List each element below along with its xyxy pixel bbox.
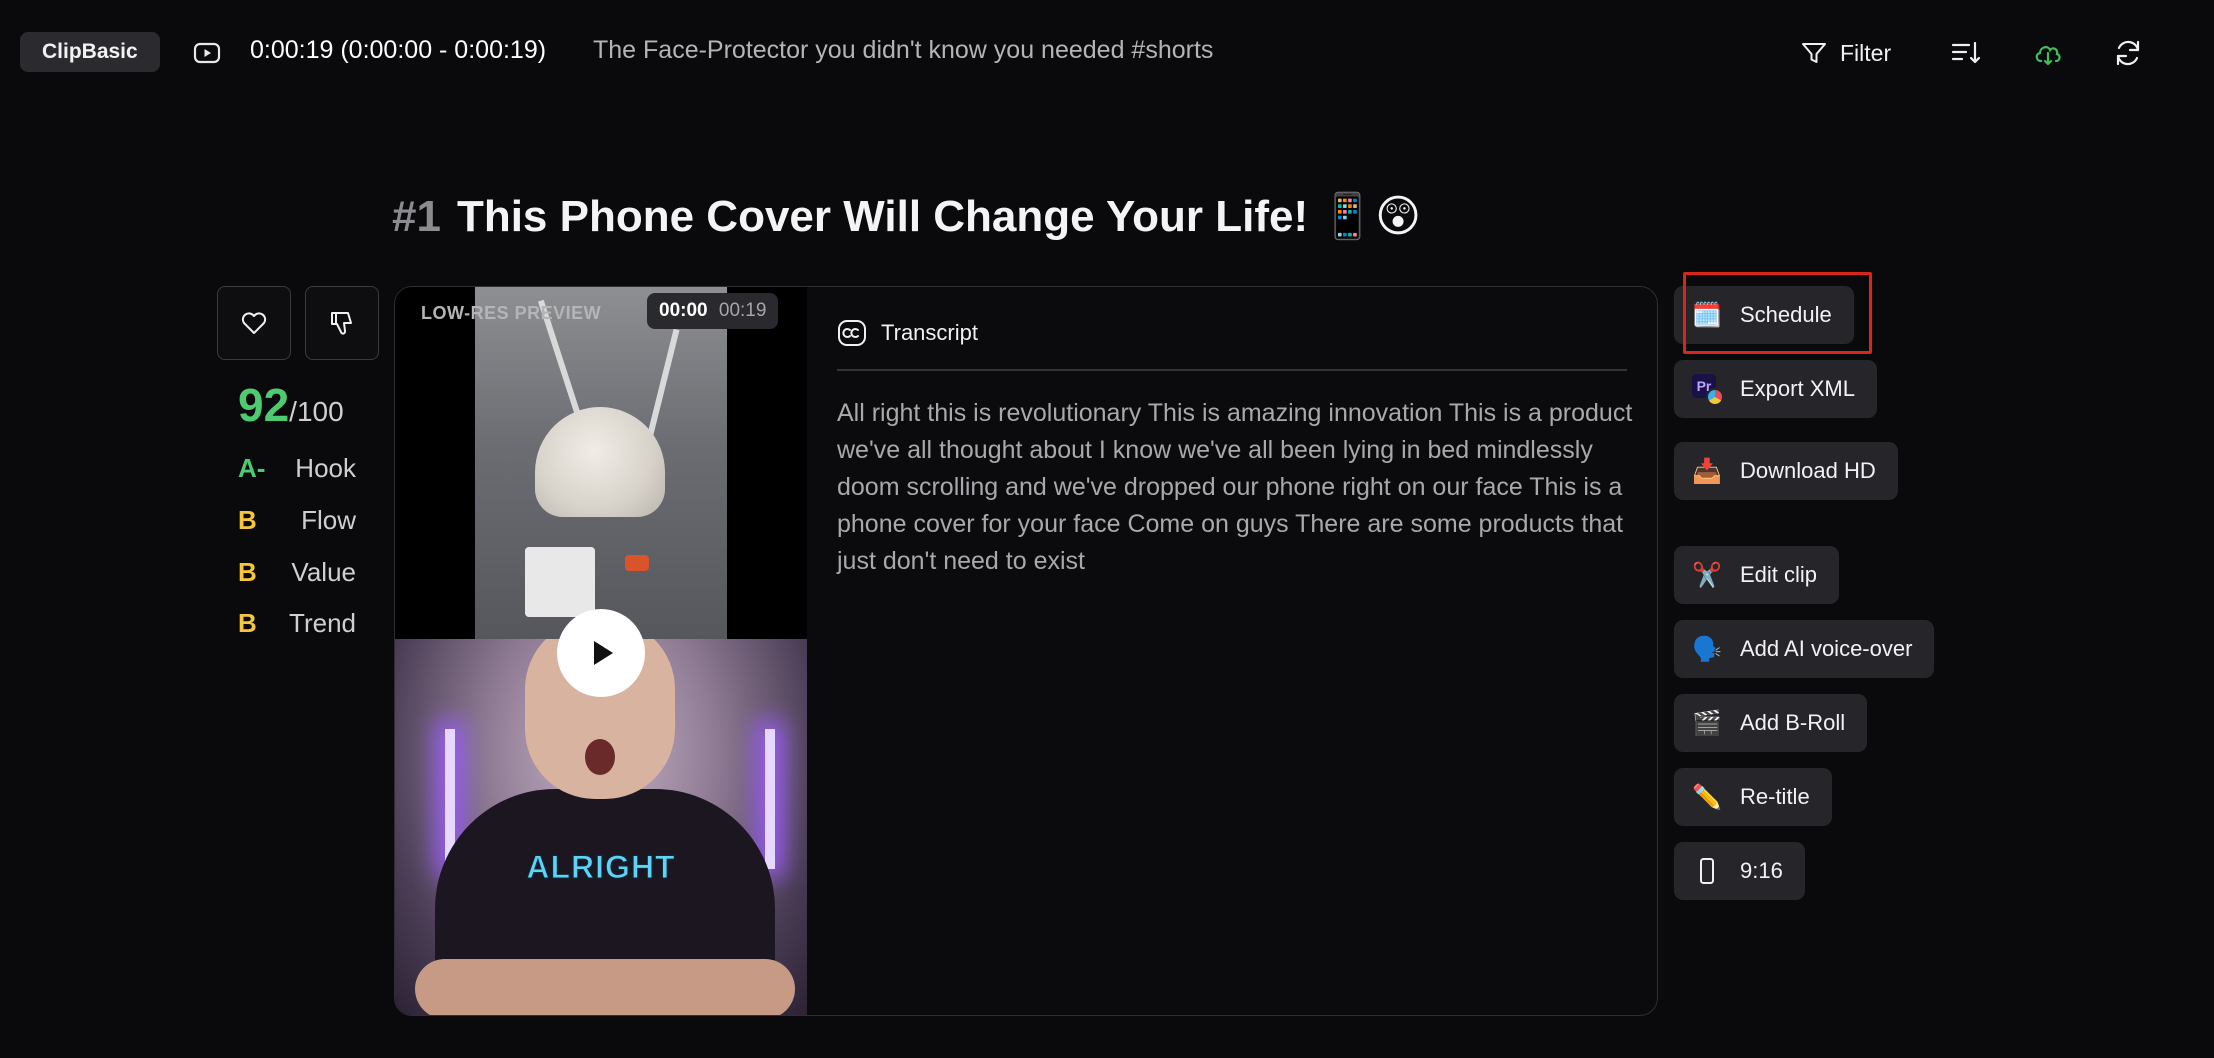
scissors-icon: ✂️ (1692, 561, 1722, 589)
download-tray-icon: 📥 (1692, 457, 1722, 485)
speaking-head-icon: 🗣️ (1692, 635, 1722, 663)
edit-clip-label: Edit clip (1740, 562, 1818, 587)
premiere-resolve-icon: Pr (1692, 374, 1724, 406)
transcript-divider (837, 369, 1627, 371)
like-button[interactable] (217, 286, 291, 360)
grade-value: B (238, 556, 257, 587)
grade-hook: A- (238, 452, 266, 483)
grade-row-hook: A- Hook (238, 450, 356, 486)
export-xml-label: Export XML (1740, 376, 1855, 401)
grade-row-flow: B Flow (238, 502, 356, 538)
score-max: /100 (289, 396, 344, 427)
face-cover-product (535, 407, 665, 517)
current-time: 00:00 (659, 300, 708, 321)
filter-icon (1802, 43, 1826, 63)
clip-rank: #1 (392, 192, 441, 241)
grade-label-hook: Hook (295, 452, 356, 483)
download-hd-label: Download HD (1740, 458, 1876, 483)
transcript-header: Transcript (837, 317, 978, 349)
source-video-title: The Face-Protector you didn't know you n… (593, 36, 1214, 64)
product-footage (475, 287, 727, 639)
neon-light-right (765, 729, 775, 869)
re-title-label: Re-title (1740, 784, 1810, 809)
thumbs-down-icon (331, 312, 352, 335)
ai-voice-over-button[interactable]: 🗣️ Add AI voice-over (1674, 620, 1935, 678)
clip-panel: ALRIGHT LOW-RES PREVIEW 00:00 00:19 Tran… (394, 286, 1658, 1016)
clip-title-text: This Phone Cover Will Change Your Life! … (456, 192, 1421, 241)
edit-clip-button[interactable]: ✂️ Edit clip (1674, 546, 1840, 604)
video-caption: ALRIGHT (526, 849, 676, 886)
grade-row-trend: B Trend (238, 605, 356, 641)
speaker-hands (415, 959, 795, 1015)
filter-label: Filter (1840, 39, 1892, 66)
video-icon (193, 42, 221, 64)
transcript-heading: Transcript (881, 320, 978, 345)
download-hd-button[interactable]: 📥 Download HD (1674, 442, 1898, 500)
clapperboard-icon: 🎬 (1692, 709, 1722, 737)
total-time: 00:19 (718, 300, 767, 321)
aspect-ratio-label: 9:16 (1740, 858, 1783, 883)
clip-title: #1 This Phone Cover Will Change Your Life… (392, 190, 1421, 242)
schedule-highlight (1683, 272, 1872, 354)
ai-voice-over-label: Add AI voice-over (1740, 636, 1913, 661)
video-top-frame (395, 287, 807, 639)
export-xml-button[interactable]: Pr Export XML (1674, 360, 1877, 418)
pencil-icon: ✏️ (1692, 783, 1722, 811)
re-title-button[interactable]: ✏️ Re-title (1674, 768, 1832, 826)
cloud-sync-icon[interactable] (2032, 37, 2064, 69)
video-preview[interactable]: ALRIGHT LOW-RES PREVIEW 00:00 00:19 (395, 287, 807, 1015)
transcript-text: All right this is revolutionary This is … (837, 399, 1633, 575)
score-value: 92 (238, 379, 290, 431)
refresh-icon[interactable] (2112, 37, 2144, 69)
brand-chip[interactable]: ClipBasic (20, 32, 160, 72)
play-button[interactable] (557, 609, 645, 697)
box-item (525, 547, 595, 617)
resolve-dot (1706, 388, 1724, 406)
virality-score: 92/100 (238, 378, 344, 432)
filter-button[interactable]: Filter (1800, 36, 1891, 70)
clip-time-range: 0:00:19 (0:00:00 - 0:00:19) (250, 36, 547, 64)
aspect-ratio-button[interactable]: 9:16 (1674, 842, 1805, 900)
grade-label-value: Value (291, 556, 356, 587)
preview-label: LOW-RES PREVIEW (421, 303, 602, 323)
closed-captions-icon (838, 320, 866, 346)
dislike-button[interactable] (305, 286, 379, 360)
grade-trend: B (238, 607, 257, 638)
play-icon (594, 641, 613, 665)
red-item (625, 555, 649, 571)
grade-flow: B (238, 504, 257, 535)
sort-icon[interactable] (1950, 37, 1982, 69)
add-b-roll-button[interactable]: 🎬 Add B-Roll (1674, 694, 1868, 752)
top-bar: ClipBasic 0:00:19 (0:00:00 - 0:00:19) Th… (0, 0, 2214, 106)
grade-label-trend: Trend (289, 607, 356, 638)
grade-row-value: B Value (238, 554, 356, 590)
speaker-mouth (585, 739, 615, 775)
time-chip: 00:00 00:19 (647, 293, 779, 329)
add-b-roll-label: Add B-Roll (1740, 710, 1846, 735)
grade-label-flow: Flow (301, 504, 356, 535)
phone-portrait-icon (1700, 858, 1714, 884)
heart-icon (241, 312, 267, 334)
